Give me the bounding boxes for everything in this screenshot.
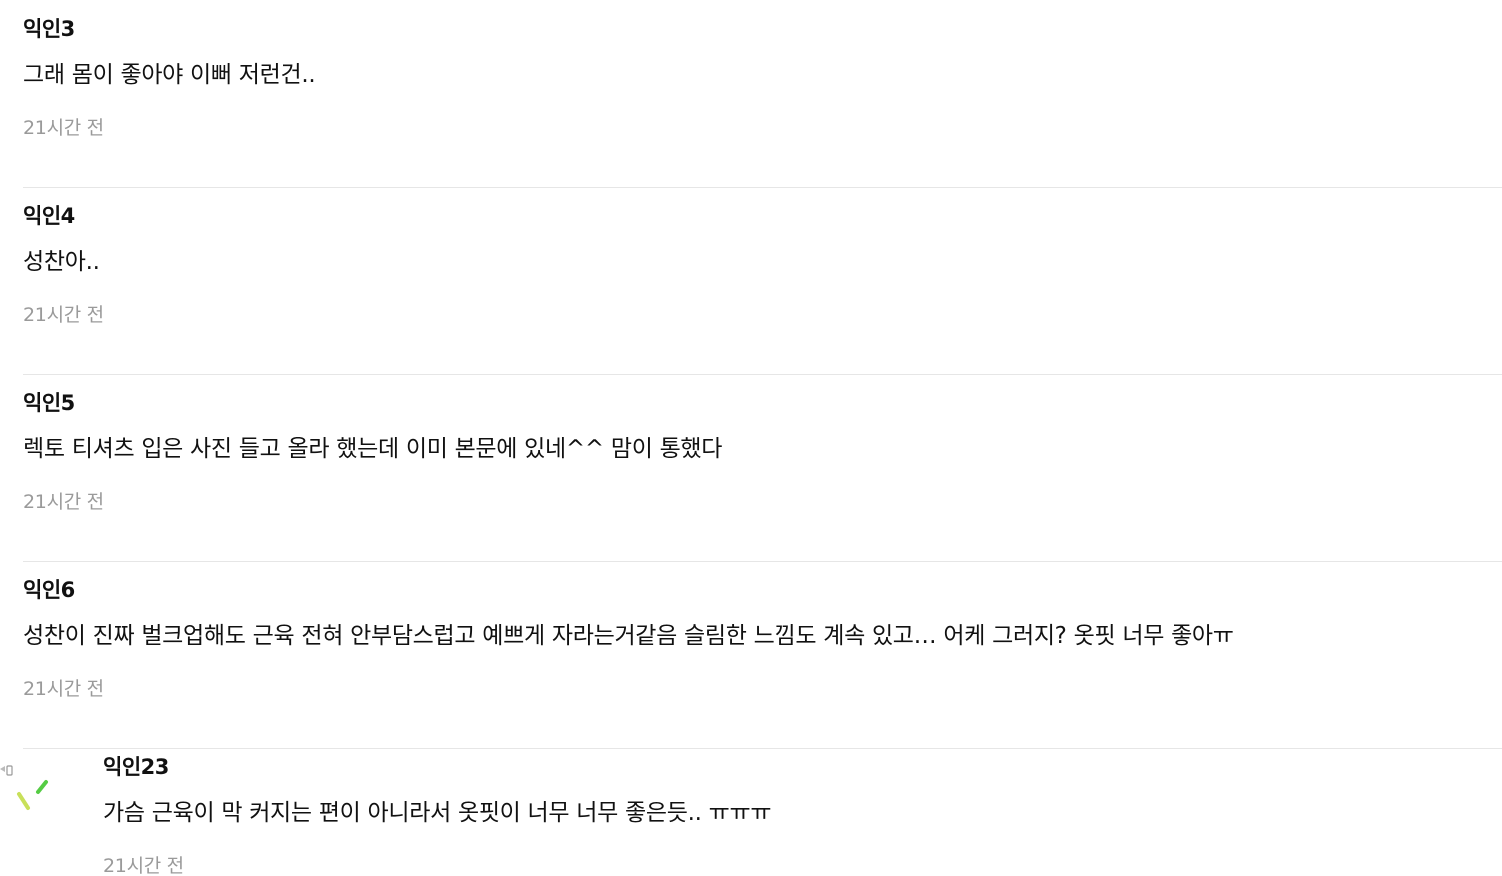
comment-body: 성찬이 진짜 벌크업해도 근육 전혀 안부담스럽고 예쁘게 자라는거같음 슬림한…	[23, 623, 1234, 649]
comment-timestamp: 21시간 전	[23, 117, 104, 139]
reply-body: 가슴 근육이 막 커지는 편이 아니라서 옷핏이 너무 너무 좋은듯.. ㅠㅠㅠ	[103, 800, 772, 826]
comment-item: 익인4 성찬아.. 21시간 전	[23, 187, 1502, 375]
comment-list: 익인3 그래 몸이 좋아야 이뻐 저런건.. 21시간 전 익인4 성찬아.. …	[0, 0, 1502, 876]
comment-author[interactable]: 익인4	[23, 202, 75, 230]
comment-author[interactable]: 익인3	[23, 15, 75, 43]
comment-body: 렉토 티셔츠 입은 사진 들고 올라 했는데 이미 본문에 있네^^ 맘이 통했…	[23, 436, 723, 462]
comment-author[interactable]: 익인5	[23, 389, 75, 417]
reply-author[interactable]: 익인23	[103, 753, 169, 781]
comment-author[interactable]: 익인6	[23, 576, 75, 604]
comment-timestamp: 21시간 전	[23, 678, 104, 700]
reply-timestamp: 21시간 전	[103, 855, 184, 876]
comment-body: 그래 몸이 좋아야 이뻐 저런건..	[23, 62, 316, 88]
comment-body: 성찬아..	[23, 249, 100, 275]
comment-timestamp: 21시간 전	[23, 304, 104, 326]
reply-arrow-icon	[0, 765, 48, 810]
reply-comment-item: 익인23 가슴 근육이 막 커지는 편이 아니라서 옷핏이 너무 너무 좋은듯.…	[0, 748, 1502, 876]
comment-item: 익인5 렉토 티셔츠 입은 사진 들고 올라 했는데 이미 본문에 있네^^ 맘…	[23, 374, 1502, 562]
comment-item: 익인6 성찬이 진짜 벌크업해도 근육 전혀 안부담스럽고 예쁘게 자라는거같음…	[23, 561, 1502, 749]
comment-item: 익인3 그래 몸이 좋아야 이뻐 저런건.. 21시간 전	[23, 0, 1502, 188]
comment-timestamp: 21시간 전	[23, 491, 104, 513]
